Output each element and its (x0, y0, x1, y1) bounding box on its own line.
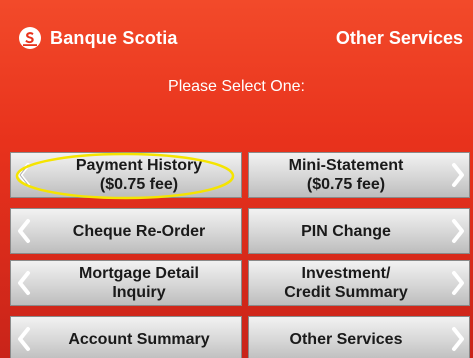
chevron-right-icon (452, 163, 464, 187)
investment-credit-label-1: Investment/ (301, 265, 391, 282)
mortgage-detail-label-2: Inquiry (112, 284, 166, 301)
mini-statement-button[interactable]: Mini-Statement ($0.75 fee) (248, 152, 470, 198)
chevron-right-icon (452, 271, 464, 295)
select-prompt: Please Select One: (168, 78, 305, 95)
other-services-button[interactable]: Other Services (248, 316, 470, 358)
header: Banque Scotia Other Services (0, 0, 473, 70)
account-summary-button[interactable]: Account Summary (10, 316, 242, 358)
payment-history-fee: ($0.75 fee) (99, 176, 179, 193)
cheque-reorder-button[interactable]: Cheque Re-Order (10, 208, 242, 254)
brand: Banque Scotia (18, 24, 178, 52)
options-grid: Payment History ($0.75 fee) Mini-Stateme… (0, 150, 473, 358)
mini-statement-label: Mini-Statement (288, 157, 404, 174)
bank-name: Banque Scotia (50, 27, 178, 48)
chevron-left-icon (18, 271, 30, 295)
investment-credit-label-2: Credit Summary (284, 284, 408, 301)
chevron-left-icon (18, 219, 30, 243)
payment-history-button[interactable]: Payment History ($0.75 fee) (10, 152, 242, 198)
atm-screen: Banque Scotia Other Services Please Sele… (0, 0, 473, 358)
cheque-reorder-label: Cheque Re-Order (72, 222, 206, 240)
account-summary-label: Account Summary (68, 330, 210, 348)
mini-statement-fee: ($0.75 fee) (306, 176, 386, 193)
pin-change-label: PIN Change (301, 222, 391, 240)
mortgage-detail-label-1: Mortgage Detail (78, 265, 199, 282)
pin-change-button[interactable]: PIN Change (248, 208, 470, 254)
chevron-right-icon (452, 327, 464, 351)
section-title: Other Services (335, 27, 463, 48)
investment-credit-button[interactable]: Investment/ Credit Summary (248, 260, 470, 306)
payment-history-label: Payment History (75, 157, 203, 174)
mortgage-detail-button[interactable]: Mortgage Detail Inquiry (10, 260, 242, 306)
chevron-left-icon (18, 163, 30, 187)
chevron-right-icon (452, 219, 464, 243)
chevron-left-icon (18, 327, 30, 351)
other-services-label: Other Services (289, 330, 403, 348)
scotiabank-logo-icon (19, 27, 41, 49)
